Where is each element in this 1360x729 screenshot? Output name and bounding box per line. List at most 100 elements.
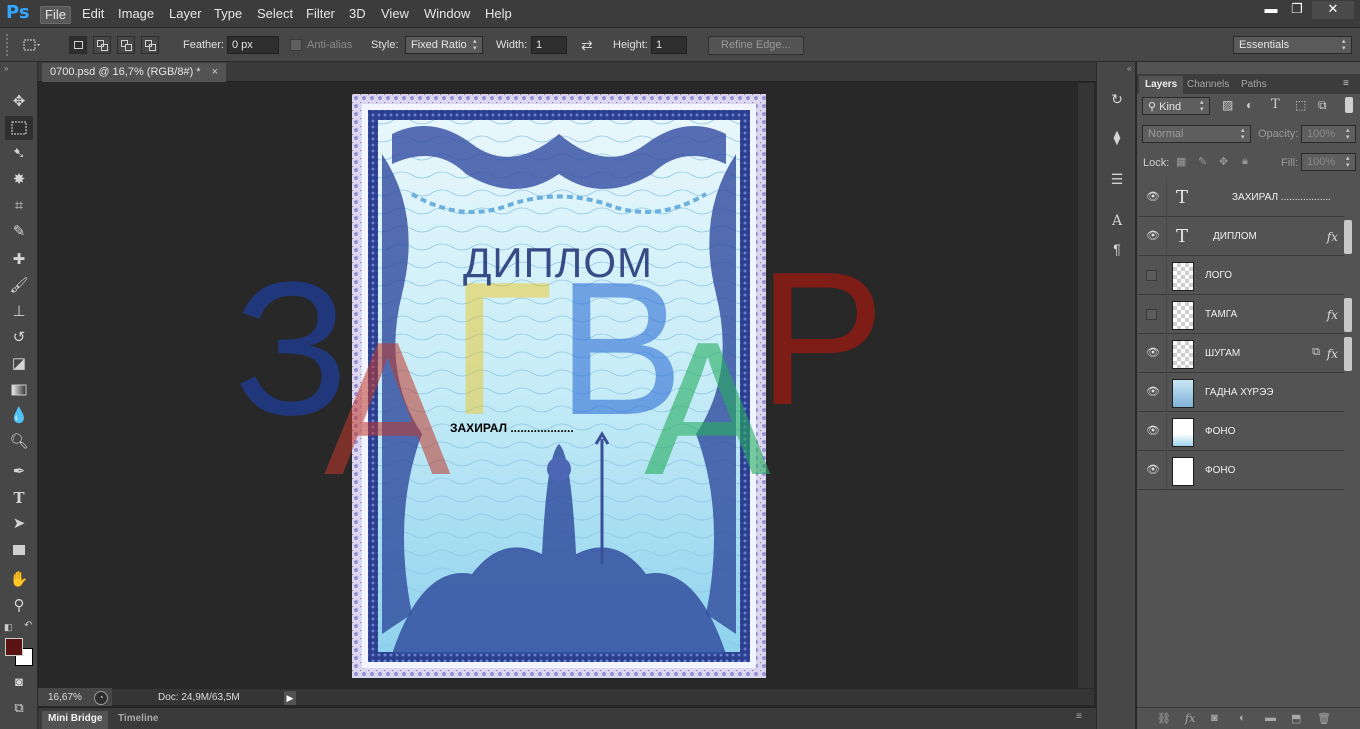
new-layer-icon[interactable]: ⬒ (1291, 712, 1301, 725)
style-select[interactable]: Fixed Ratio (405, 36, 483, 54)
tab-timeline[interactable]: Timeline (112, 711, 164, 729)
eye-icon[interactable]: 👁︎ (1146, 426, 1160, 437)
add-style-icon[interactable]: fx (1185, 712, 1195, 725)
filter-adjustment-icon[interactable]: ◐ (1246, 98, 1253, 112)
eye-icon[interactable]: 👁︎ (1146, 192, 1160, 203)
tab-layers[interactable]: Layers (1139, 76, 1184, 94)
fx-icon[interactable]: fx (1327, 230, 1338, 244)
status-info-icon[interactable]: ◔ (94, 691, 108, 705)
filter-smart-object-icon[interactable]: ⧉ (1318, 98, 1327, 113)
eye-hidden-box[interactable] (1146, 270, 1157, 281)
default-colors-icon[interactable]: ◧ (4, 622, 13, 633)
gradient-tool-icon[interactable] (5, 378, 33, 402)
delete-layer-icon[interactable]: 🗑︎ (1317, 712, 1331, 725)
path-selection-tool-icon[interactable]: ➤ (5, 512, 33, 536)
filter-shape-icon[interactable]: ⬚ (1295, 98, 1306, 112)
menu-help[interactable]: Help (481, 6, 516, 24)
swap-colors-icon[interactable]: ↶ (24, 620, 32, 631)
brush-tool-icon[interactable]: 🖌 (5, 274, 33, 298)
menu-layer[interactable]: Layer (165, 6, 206, 24)
filter-type-icon[interactable]: T (1271, 97, 1280, 112)
intersect-selection-icon[interactable] (141, 36, 159, 54)
eyedropper-tool-icon[interactable]: ✎ (5, 220, 33, 244)
lock-all-icon[interactable]: 🔒︎ (1242, 155, 1248, 168)
opacity-input[interactable]: 100% (1301, 125, 1356, 143)
lasso-tool-icon[interactable]: ➷ (5, 142, 33, 166)
effects-expand-toggle[interactable] (1344, 298, 1352, 332)
link-layers-icon[interactable]: ⛓ (1157, 712, 1171, 725)
icon-column-collapse-icon[interactable]: « (1127, 64, 1131, 73)
blend-mode-select[interactable]: Normal (1142, 125, 1251, 143)
healing-brush-tool-icon[interactable]: ✚ (5, 248, 33, 272)
zoom-tool-icon[interactable]: ⚲ (5, 594, 33, 618)
character-panel-icon[interactable]: A (1108, 212, 1126, 230)
subtract-selection-icon[interactable] (117, 36, 135, 54)
layer-filter-select[interactable]: ⚲ Kind (1142, 97, 1210, 115)
magic-wand-tool-icon[interactable]: ✸ (5, 168, 33, 192)
height-input[interactable]: 1 (651, 36, 687, 54)
zoom-level[interactable]: 16,67% (48, 692, 82, 703)
layer-row[interactable]: 👁︎ ФОНО (1138, 413, 1344, 451)
layer-row[interactable]: ЛОГО (1138, 257, 1344, 295)
document-tab[interactable]: 0700.psd @ 16,7% (RGB/8#) * × (42, 63, 227, 82)
layer-row[interactable]: 👁︎ ФОНО (1138, 452, 1344, 490)
fx-icon[interactable]: fx (1327, 308, 1338, 322)
layer-row[interactable]: 👁︎ T ДИПЛОМ fx (1138, 218, 1352, 256)
refine-edge-button[interactable]: Refine Edge... (708, 36, 804, 55)
menu-select[interactable]: Select (253, 6, 297, 24)
effects-expand-toggle[interactable] (1344, 220, 1352, 254)
blur-tool-icon[interactable]: 💧 (5, 404, 33, 428)
eraser-tool-icon[interactable]: ◪ (5, 352, 33, 376)
menu-image[interactable]: Image (114, 6, 158, 24)
layer-row[interactable]: 👁︎ ШУГАМ ⧉ fx (1138, 335, 1352, 373)
diploma-document[interactable]: З А Г В А Р ДИПЛОМ ЗАХИРАЛ .............… (234, 94, 885, 678)
horizontal-scrollbar[interactable] (112, 689, 1094, 705)
antialias-checkbox[interactable] (290, 39, 302, 51)
close-window-button[interactable]: ✕ (1312, 1, 1354, 19)
width-input[interactable]: 1 (531, 36, 567, 54)
toolbar-collapse-icon[interactable]: » (4, 64, 8, 73)
marquee-tool-icon[interactable] (5, 116, 33, 140)
menu-filter[interactable]: Filter (302, 6, 339, 24)
layer-row[interactable]: 👁︎ T ЗАХИРАЛ .................. (1138, 179, 1344, 217)
restore-button[interactable]: ❐ (1282, 1, 1312, 19)
quick-mask-icon[interactable]: ◙ (5, 670, 33, 694)
menu-window[interactable]: Window (420, 6, 474, 24)
swap-dimensions-icon[interactable]: ⇄ (581, 37, 593, 54)
menu-view[interactable]: View (377, 6, 413, 24)
new-group-icon[interactable]: ▬ (1265, 712, 1276, 724)
eye-icon[interactable]: 👁︎ (1146, 387, 1160, 398)
pen-tool-icon[interactable]: ✒ (5, 460, 33, 484)
feather-input[interactable]: 0 px (227, 36, 279, 54)
properties-panel-icon[interactable]: ☰ (1108, 170, 1126, 188)
tab-paths[interactable]: Paths (1235, 76, 1273, 94)
eye-icon[interactable]: 👁︎ (1146, 231, 1160, 242)
menu-file[interactable]: File (40, 6, 71, 24)
bottom-panel-menu-icon[interactable]: ≡ (1076, 711, 1082, 722)
lock-pixels-icon[interactable]: ✎ (1198, 155, 1207, 168)
layer-row[interactable]: ТАМГА fx (1138, 296, 1352, 334)
hand-tool-icon[interactable]: ✋ (5, 568, 33, 592)
eye-icon[interactable]: 👁︎ (1146, 348, 1160, 359)
lock-position-icon[interactable]: ✥ (1219, 155, 1228, 168)
history-brush-tool-icon[interactable]: ↺ (5, 326, 33, 350)
new-selection-icon[interactable] (69, 36, 87, 54)
lock-transparent-icon[interactable]: ▦ (1176, 155, 1186, 168)
add-mask-icon[interactable]: ◙ (1211, 712, 1218, 724)
filter-pixel-icon[interactable]: ▨ (1222, 98, 1233, 112)
menu-3d[interactable]: 3D (345, 6, 370, 24)
marquee-preset-icon[interactable] (22, 37, 42, 53)
fill-input[interactable]: 100% (1301, 153, 1356, 171)
vertical-scrollbar[interactable] (1078, 83, 1094, 688)
workspace-select[interactable]: Essentials (1233, 36, 1352, 54)
paragraph-panel-icon[interactable]: ¶ (1108, 240, 1126, 258)
dodge-tool-icon[interactable]: 🔍︎ (5, 430, 33, 454)
status-menu-arrow-icon[interactable]: ▶ (284, 691, 296, 705)
eye-hidden-box[interactable] (1146, 309, 1157, 320)
rectangle-tool-icon[interactable] (5, 538, 33, 562)
tab-mini-bridge[interactable]: Mini Bridge (42, 711, 109, 729)
menu-type[interactable]: Type (210, 6, 246, 24)
history-panel-icon[interactable]: ↻ (1108, 90, 1126, 108)
tab-channels[interactable]: Channels (1181, 76, 1235, 94)
crop-tool-icon[interactable]: ⌗ (5, 194, 33, 218)
